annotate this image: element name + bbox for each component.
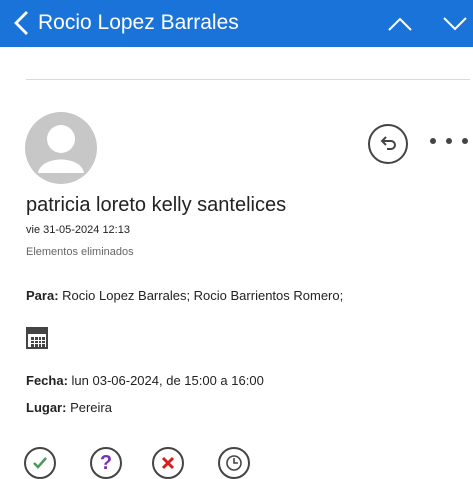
back-icon[interactable] bbox=[10, 10, 32, 36]
event-location-line: Lugar: Pereira bbox=[26, 400, 112, 416]
tentative-icon: ? bbox=[99, 452, 113, 474]
sender-name: patricia loreto kelly santelices bbox=[26, 194, 287, 216]
header-divider bbox=[26, 79, 470, 80]
date-label: Fecha: bbox=[26, 373, 68, 388]
more-options-icon bbox=[430, 138, 436, 144]
propose-time-button[interactable] bbox=[218, 447, 250, 479]
more-options-button[interactable] bbox=[430, 126, 468, 156]
message-folder: Elementos eliminados bbox=[26, 246, 134, 258]
reply-icon bbox=[380, 136, 396, 150]
propose-time-icon bbox=[226, 455, 242, 471]
decline-icon bbox=[161, 456, 175, 470]
next-message-button[interactable] bbox=[440, 10, 470, 38]
person-avatar-icon bbox=[38, 125, 84, 173]
previous-message-button[interactable] bbox=[385, 10, 415, 38]
message-date: vie 31-05-2024 12:13 bbox=[26, 224, 130, 236]
tentative-button[interactable]: ? bbox=[90, 447, 122, 479]
calendar-icon bbox=[26, 327, 48, 349]
top-bar: Rocio Lopez Barrales bbox=[0, 0, 473, 47]
to-label: Para: bbox=[26, 288, 59, 303]
accept-icon bbox=[33, 457, 47, 469]
location-value: Pereira bbox=[70, 400, 112, 415]
location-label: Lugar: bbox=[26, 400, 67, 415]
decline-button[interactable] bbox=[152, 447, 184, 479]
reply-button[interactable] bbox=[368, 124, 408, 164]
recipient-line: Para: Rocio Lopez Barrales; Rocio Barrie… bbox=[26, 288, 343, 304]
conversation-title: Rocio Lopez Barrales bbox=[38, 11, 239, 34]
date-value: lun 03-06-2024, de 15:00 a 16:00 bbox=[71, 373, 264, 388]
event-date-line: Fecha: lun 03-06-2024, de 15:00 a 16:00 bbox=[26, 373, 264, 389]
sender-avatar bbox=[25, 112, 97, 184]
to-value: Rocio Lopez Barrales; Rocio Barrientos R… bbox=[62, 288, 344, 303]
accept-button[interactable] bbox=[24, 447, 56, 479]
